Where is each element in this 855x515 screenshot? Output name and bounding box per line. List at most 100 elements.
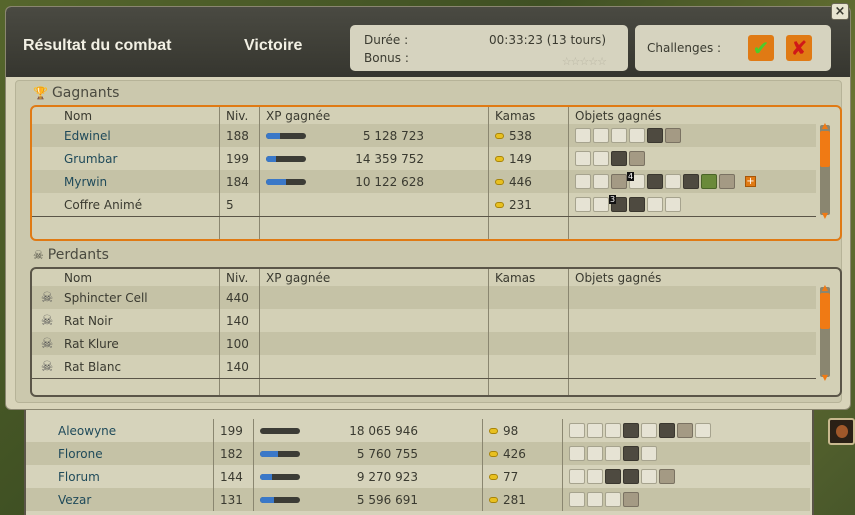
- item-icon[interactable]: [611, 128, 627, 143]
- character-avatar[interactable]: [828, 418, 855, 445]
- winners-section-label: 🏆 Gagnants: [33, 85, 119, 101]
- items-cell: [563, 488, 810, 511]
- item-icon[interactable]: [593, 151, 609, 166]
- scroll-down-icon[interactable]: ▼: [819, 374, 831, 382]
- monster-name: Rat Klure: [64, 336, 119, 351]
- player-name[interactable]: Florone: [58, 447, 103, 461]
- xp-cell: [260, 193, 489, 216]
- player-level: 199: [214, 419, 254, 442]
- item-icon[interactable]: [683, 174, 699, 189]
- item-icon[interactable]: [629, 151, 645, 166]
- item-icon[interactable]: [611, 151, 627, 166]
- trophy-icon: 🏆: [33, 86, 48, 100]
- window-title: Résultat du combat: [23, 37, 172, 54]
- xp-progress-bar: [266, 155, 306, 162]
- skull-icon: ☠: [40, 335, 54, 352]
- item-icon[interactable]: [629, 128, 645, 143]
- challenge-success-icon[interactable]: ✔: [748, 35, 774, 61]
- xp-value: 18 065 946: [349, 423, 418, 438]
- col-kamas[interactable]: Kamas: [489, 269, 569, 286]
- col-xp[interactable]: XP gagnée: [260, 107, 489, 124]
- item-icon[interactable]: [647, 128, 663, 143]
- col-level[interactable]: Niv.: [220, 107, 260, 124]
- item-icon[interactable]: 3: [609, 195, 627, 212]
- item-icon[interactable]: [665, 197, 681, 212]
- monster-level: 140: [220, 309, 260, 332]
- xp-value: 9 270 923: [356, 469, 418, 484]
- item-icon[interactable]: [629, 197, 645, 212]
- table-header: Nom Niv. XP gagnée Kamas Objets gagnés: [32, 269, 816, 286]
- item-icon[interactable]: [575, 174, 591, 189]
- table-row-empty: [32, 216, 816, 239]
- scroll-down-icon[interactable]: ▼: [819, 212, 831, 220]
- item-icon[interactable]: [593, 174, 609, 189]
- player-level: 131: [214, 488, 254, 511]
- losers-scrollbar[interactable]: ▲ ▼: [819, 284, 831, 382]
- items-cell: [563, 442, 810, 465]
- item-icon[interactable]: [647, 174, 663, 189]
- table-row: Florone 182 5 760 755 426: [26, 442, 810, 465]
- xp-value: 14 359 752: [355, 151, 424, 166]
- item-icon[interactable]: [665, 128, 681, 143]
- winners-scrollbar[interactable]: ▲ ▼: [819, 122, 831, 220]
- item-icon[interactable]: [719, 174, 735, 189]
- scroll-thumb[interactable]: [820, 131, 830, 167]
- losers-label: Perdants: [47, 247, 109, 263]
- item-icon[interactable]: [575, 128, 591, 143]
- close-button[interactable]: ×: [831, 3, 849, 20]
- col-items[interactable]: Objets gagnés: [569, 269, 816, 286]
- scroll-thumb[interactable]: [820, 293, 830, 329]
- items-cell: 4 +: [569, 170, 816, 193]
- kamas-value: 231: [509, 197, 532, 212]
- xp-progress-bar: [260, 427, 300, 434]
- player-name[interactable]: Grumbar: [64, 152, 117, 166]
- item-icon[interactable]: [575, 151, 591, 166]
- winners-table: Nom Niv. XP gagnée Kamas Objets gagnés E…: [30, 105, 842, 241]
- bonus-stars: ☆☆☆☆☆: [561, 55, 607, 68]
- losers-table: Nom Niv. XP gagnée Kamas Objets gagnés ☠…: [30, 267, 842, 397]
- item-icon[interactable]: [701, 174, 717, 189]
- fight-result-window: Résultat du combat Victoire Durée : 00:3…: [5, 6, 851, 410]
- player-name[interactable]: Aleowyne: [58, 424, 116, 438]
- kamas-icon: [495, 155, 504, 162]
- kamas-value: 149: [509, 151, 532, 166]
- kamas-icon: [495, 178, 504, 185]
- col-name[interactable]: Nom: [32, 107, 220, 124]
- item-icon[interactable]: 4: [627, 172, 645, 189]
- col-level[interactable]: Niv.: [220, 269, 260, 286]
- col-items[interactable]: Objets gagnés: [569, 107, 816, 124]
- player-name[interactable]: Myrwin: [64, 175, 107, 189]
- table-row: Edwinel 188 5 128 723 538: [32, 124, 816, 147]
- item-icon[interactable]: [647, 197, 663, 212]
- monster-level: 100: [220, 332, 260, 355]
- xp-value: 5 128 723: [362, 128, 424, 143]
- winners-label: Gagnants: [51, 85, 120, 101]
- col-name[interactable]: Nom: [32, 269, 220, 286]
- kamas-value: 281: [503, 492, 526, 507]
- challenge-failed-icon[interactable]: ✘: [786, 35, 812, 61]
- items-cell: [569, 147, 816, 170]
- player-name[interactable]: Vezar: [58, 493, 91, 507]
- item-icon[interactable]: [575, 197, 591, 212]
- monster-name: Rat Noir: [64, 313, 113, 328]
- item-icon[interactable]: [665, 174, 681, 189]
- scroll-up-icon[interactable]: ▲: [819, 284, 831, 292]
- scroll-up-icon[interactable]: ▲: [819, 122, 831, 130]
- table-row: ☠ Rat Klure 100: [32, 332, 816, 355]
- more-items-button[interactable]: +: [745, 176, 756, 187]
- col-kamas[interactable]: Kamas: [489, 107, 569, 124]
- item-icon[interactable]: [593, 197, 609, 212]
- item-icon[interactable]: [611, 174, 627, 189]
- challenges-box: Challenges : ✔ ✘: [635, 25, 831, 71]
- player-name[interactable]: Florum: [58, 470, 100, 484]
- col-xp[interactable]: XP gagnée: [260, 269, 489, 286]
- item-icon[interactable]: [593, 128, 609, 143]
- kamas-icon: [489, 473, 498, 480]
- background-results-table: Aleowyne 199 18 065 946 98 Florone 182 5…: [24, 410, 814, 515]
- kamas-icon: [495, 132, 504, 139]
- monster-level: 140: [220, 355, 260, 378]
- kamas-icon: [489, 427, 498, 434]
- player-name[interactable]: Edwinel: [64, 129, 111, 143]
- table-row: ☠ Rat Blanc 140: [32, 355, 816, 378]
- table-row: Vezar 131 5 596 691 281: [26, 488, 810, 511]
